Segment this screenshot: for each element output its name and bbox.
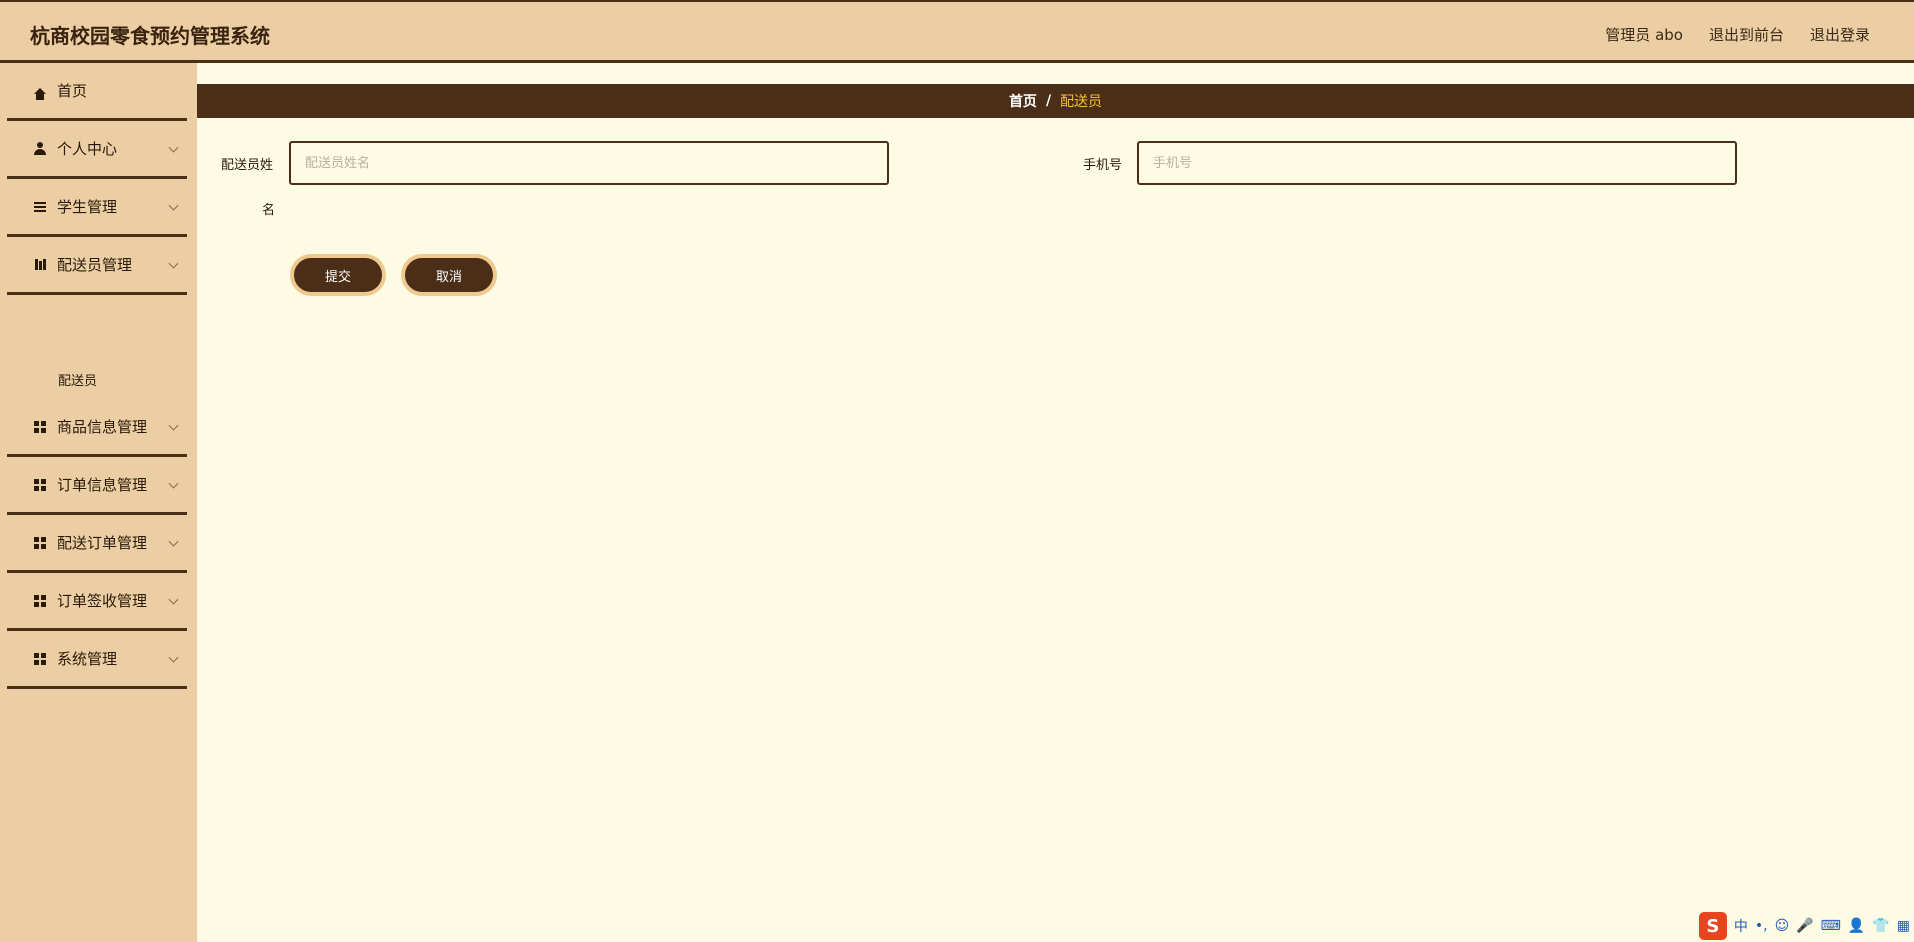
sidebar-item-label: 订单签收管理 <box>57 592 148 610</box>
emoji-icon[interactable]: ☺ <box>1775 918 1790 934</box>
courier-name-label-wrap: 名 <box>262 203 276 218</box>
ime-logo-icon[interactable]: S <box>1698 912 1727 940</box>
courier-name-label: 配送员姓 <box>221 158 274 173</box>
book-icon <box>33 258 47 272</box>
grid-icon <box>33 478 47 492</box>
sidebar-item-order-receipt-management[interactable]: 订单签收管理 <box>7 573 187 631</box>
sidebar-item-label: 个人中心 <box>57 140 118 158</box>
sidebar-item-courier-management[interactable]: 配送员管理 <box>7 237 187 295</box>
grid-icon <box>33 652 47 666</box>
breadcrumb: 首页 / 配送员 <box>197 84 1914 118</box>
sidebar-item-system-management[interactable]: 系统管理 <box>7 631 187 689</box>
sidebar-item-label: 配送订单管理 <box>57 534 148 552</box>
grid-icon <box>33 594 47 608</box>
sidebar-item-label: 学生管理 <box>57 198 118 216</box>
sidebar-item-home[interactable]: 首页 <box>7 63 187 121</box>
punctuation-icon[interactable]: •, <box>1755 918 1768 934</box>
logout-link[interactable]: 退出登录 <box>1810 24 1870 45</box>
cancel-button[interactable]: 取消 <box>401 254 497 296</box>
chevron-down-icon <box>168 536 179 547</box>
sidebar-item-personal-center[interactable]: 个人中心 <box>7 121 187 179</box>
submit-button[interactable]: 提交 <box>290 254 386 296</box>
breadcrumb-home[interactable]: 首页 <box>1009 91 1037 111</box>
keyboard-icon[interactable]: ⌨ <box>1821 918 1841 934</box>
back-to-front-link[interactable]: 退出到前台 <box>1709 24 1784 45</box>
toolbox-icon[interactable]: ▦ <box>1897 918 1910 934</box>
sidebar-item-order-management[interactable]: 订单信息管理 <box>7 457 187 515</box>
breadcrumb-current: 配送员 <box>1060 94 1103 110</box>
phone-input[interactable] <box>1137 141 1737 185</box>
chevron-down-icon <box>168 142 179 153</box>
sidebar-item-label: 首页 <box>57 82 88 100</box>
sidebar-item-delivery-order-management[interactable]: 配送订单管理 <box>7 515 187 573</box>
top-header: 杭商校园零食预约管理系统 管理员 abo 退出到前台 退出登录 <box>0 0 1914 63</box>
chevron-down-icon <box>168 652 179 663</box>
skin-icon[interactable]: 👕 <box>1872 918 1889 934</box>
sidebar-item-label: 商品信息管理 <box>57 418 148 436</box>
sidebar-item-student-management[interactable]: 学生管理 <box>7 179 187 237</box>
microphone-icon[interactable]: 🎤 <box>1796 918 1813 934</box>
grid-icon <box>33 420 47 434</box>
grid-icon <box>33 536 47 550</box>
phone-label: 手机号 <box>1083 158 1123 173</box>
chevron-down-icon <box>168 478 179 489</box>
sidebar-item-product-management[interactable]: 商品信息管理 <box>7 399 187 457</box>
chevron-down-icon <box>168 258 179 269</box>
home-icon <box>33 84 47 100</box>
courier-name-input[interactable] <box>289 141 889 185</box>
sidebar-item-label: 订单信息管理 <box>57 476 148 494</box>
user-icon <box>33 142 47 156</box>
app-title: 杭商校园零食预约管理系统 <box>30 24 270 48</box>
user-icon[interactable]: 👤 <box>1848 918 1865 934</box>
ime-language-label[interactable]: 中 <box>1734 916 1748 936</box>
list-icon <box>33 200 47 214</box>
sidebar-subitem-courier[interactable]: 配送员 <box>58 370 97 389</box>
sidebar-item-label: 配送员管理 <box>57 256 133 274</box>
breadcrumb-separator: / <box>1045 93 1052 109</box>
chevron-down-icon <box>168 200 179 211</box>
sidebar: 首页 个人中心 学生管理 配送员管理 配送员 商品信息管理 订单信息管理 配送订… <box>0 63 197 942</box>
chevron-down-icon <box>168 420 179 431</box>
current-user-label: 管理员 abo <box>1605 26 1683 44</box>
chevron-down-icon <box>168 594 179 605</box>
system-tray: S 中 •, ☺ 🎤 ⌨ 👤 👕 ▦ <box>1698 912 1910 940</box>
header-actions: 管理员 abo 退出到前台 退出登录 <box>1605 24 1870 45</box>
sidebar-item-label: 系统管理 <box>57 650 118 668</box>
